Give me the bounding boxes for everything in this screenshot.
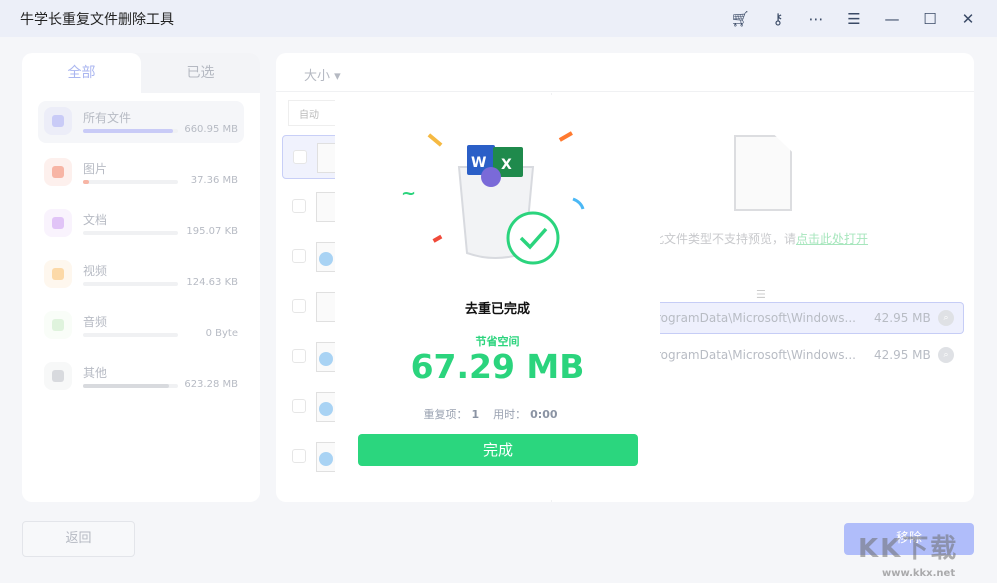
file-icon xyxy=(316,242,336,272)
category-size: 660.95 MB xyxy=(184,124,238,135)
search-icon[interactable]: ⌕ xyxy=(938,310,954,326)
watermark-url: www.kkx.net xyxy=(882,568,955,579)
file-icon xyxy=(316,192,336,222)
title-bar: 牛学长重复文件删除工具 🛒︎ ⚷ ⋯ ☰ — ☐ ✕ xyxy=(0,0,997,37)
category-item[interactable]: 其他 623.28 MB xyxy=(38,356,244,398)
key-icon[interactable]: ⚷ xyxy=(759,10,797,28)
app-title: 牛学长重复文件删除工具 xyxy=(20,9,174,29)
category-icon xyxy=(44,260,72,288)
file-icon xyxy=(316,342,336,372)
file-checkbox[interactable] xyxy=(293,150,307,164)
back-button[interactable]: 返回 xyxy=(22,521,135,557)
category-icon xyxy=(44,209,72,237)
category-panel: 全部 已选 所有文件 660.95 MB 图片 37.36 MB 文档 195.… xyxy=(22,53,260,502)
category-size: 0 Byte xyxy=(206,328,238,339)
file-icon xyxy=(317,143,337,173)
completion-dialog: ~ W X 去重已完成 节省空间 67.29 MB 重复项：1用时：0:00 完… xyxy=(335,95,660,500)
svg-text:X: X xyxy=(501,157,512,173)
file-path: rogramData\Microsoft\Windows... xyxy=(656,348,856,362)
category-item[interactable]: 视频 124.63 KB xyxy=(38,254,244,296)
category-size: 37.36 MB xyxy=(191,175,238,186)
category-progress xyxy=(83,129,178,133)
search-icon[interactable]: ⌕ xyxy=(938,347,954,363)
preview-message: 此文件类型不支持预览，请点击此处打开 xyxy=(652,230,868,247)
duplicates-label: 重复项： xyxy=(423,408,467,421)
category-name: 文档 xyxy=(83,211,107,228)
file-path: rogramData\Microsoft\Windows... xyxy=(656,311,856,325)
time-label: 用时： xyxy=(493,408,526,421)
file-size: 42.95 MB xyxy=(874,348,931,362)
feedback-icon[interactable]: ⋯ xyxy=(797,10,835,28)
saved-space-value: 67.29 MB xyxy=(335,347,660,386)
file-preview-icon xyxy=(734,135,792,211)
done-button[interactable]: 完成 xyxy=(358,434,638,466)
file-icon xyxy=(316,292,336,322)
minimize-icon[interactable]: — xyxy=(873,10,911,28)
time-value: 0:00 xyxy=(530,408,557,421)
tab-all[interactable]: 全部 xyxy=(22,53,141,93)
category-progress xyxy=(83,333,178,337)
file-checkbox[interactable] xyxy=(292,199,306,213)
file-checkbox[interactable] xyxy=(292,399,306,413)
category-progress xyxy=(83,180,178,184)
category-item[interactable]: 文档 195.07 KB xyxy=(38,203,244,245)
watermark-logo: KK下载 xyxy=(858,528,958,565)
category-item[interactable]: 所有文件 660.95 MB xyxy=(38,101,244,143)
maximize-icon[interactable]: ☐ xyxy=(911,10,949,28)
cart-icon[interactable]: 🛒︎ xyxy=(721,10,759,28)
trash-illustration: ~ W X xyxy=(335,95,660,285)
category-icon xyxy=(44,158,72,186)
file-icon xyxy=(316,392,336,422)
file-checkbox[interactable] xyxy=(292,349,306,363)
duplicates-value: 1 xyxy=(471,408,479,421)
category-icon xyxy=(44,362,72,390)
category-item[interactable]: 音频 0 Byte xyxy=(38,305,244,347)
path-row[interactable]: rogramData\Microsoft\Windows... 42.95 MB ⌕ xyxy=(652,302,964,334)
svg-text:~: ~ xyxy=(401,183,416,204)
preview-text: 此文件类型不支持预览，请 xyxy=(652,232,796,246)
file-checkbox[interactable] xyxy=(292,449,306,463)
file-size: 42.95 MB xyxy=(874,311,931,325)
open-file-link[interactable]: 点击此处打开 xyxy=(796,232,868,246)
category-size: 124.63 KB xyxy=(186,277,238,288)
file-checkbox[interactable] xyxy=(292,299,306,313)
close-icon[interactable]: ✕ xyxy=(949,10,987,28)
svg-text:W: W xyxy=(471,155,486,171)
divider xyxy=(276,91,974,92)
category-name: 视频 xyxy=(83,262,107,279)
category-size: 623.28 MB xyxy=(184,379,238,390)
category-icon xyxy=(44,107,72,135)
category-progress xyxy=(83,282,178,286)
category-icon xyxy=(44,311,72,339)
file-icon xyxy=(316,442,336,472)
category-name: 图片 xyxy=(83,160,107,177)
path-row[interactable]: rogramData\Microsoft\Windows... 42.95 MB ⌕ xyxy=(652,340,964,372)
category-progress xyxy=(83,231,178,235)
category-name: 其他 xyxy=(83,364,107,381)
category-size: 195.07 KB xyxy=(186,226,238,237)
stats: 重复项： 1 用时： 0:00 xyxy=(335,406,660,422)
tab-selected[interactable]: 已选 xyxy=(141,53,260,93)
menu-icon[interactable]: ☰ xyxy=(835,10,873,28)
resize-handle-icon[interactable]: ☰ xyxy=(756,288,766,301)
category-progress xyxy=(83,384,178,388)
category-item[interactable]: 图片 37.36 MB xyxy=(38,152,244,194)
sort-dropdown[interactable]: 大小 ▾ xyxy=(304,65,341,84)
dialog-title: 去重已完成 xyxy=(335,298,660,317)
category-name: 所有文件 xyxy=(83,109,131,126)
file-checkbox[interactable] xyxy=(292,249,306,263)
category-name: 音频 xyxy=(83,313,107,330)
